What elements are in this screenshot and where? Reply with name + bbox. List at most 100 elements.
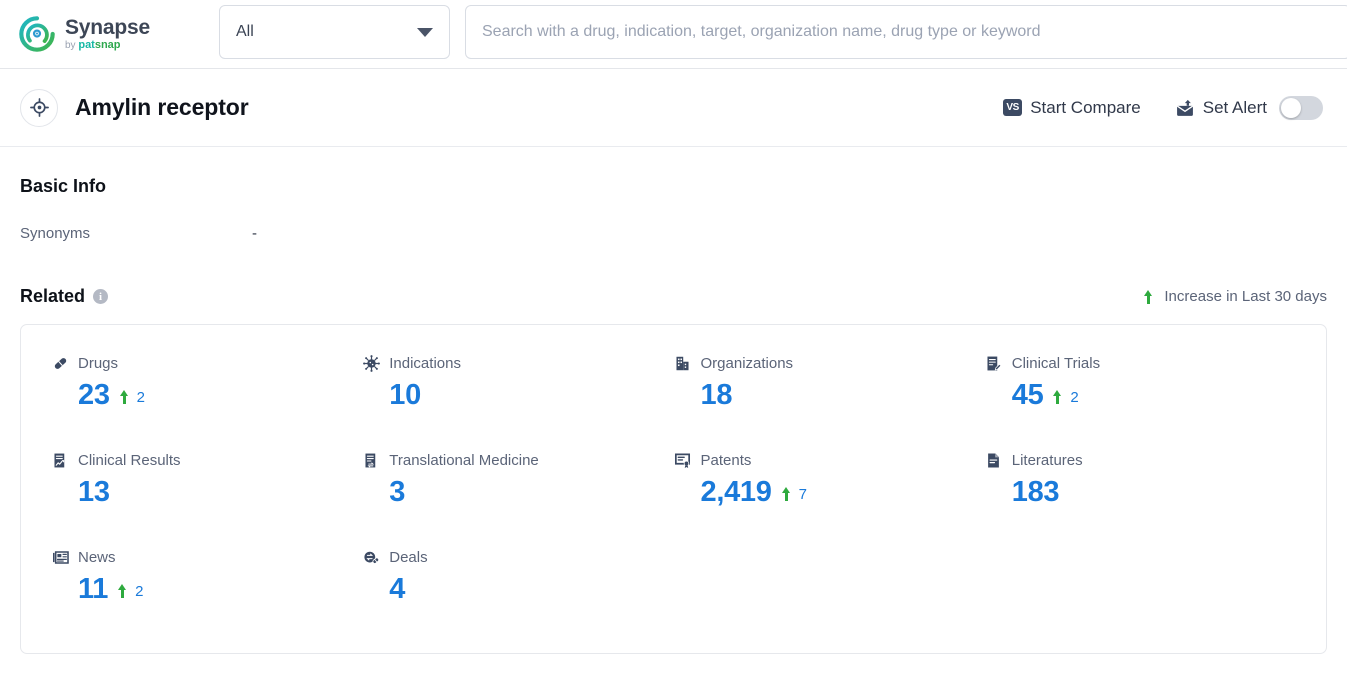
clinical-result-icon <box>51 451 69 469</box>
app-logo[interactable]: Synapse by patsnap <box>18 15 198 53</box>
set-alert-label: Set Alert <box>1202 97 1267 117</box>
stat-delta: 2 <box>1053 388 1079 406</box>
basic-info-heading: Basic Info <box>20 176 107 196</box>
increase-legend: Increase in Last 30 days <box>1144 288 1327 305</box>
stat-body: 11 2 <box>51 573 362 606</box>
translational-medicine-icon <box>362 451 380 469</box>
news-icon <box>51 548 69 566</box>
clinical-trial-icon <box>985 354 1003 372</box>
logo-wordmark: Synapse <box>65 16 150 39</box>
set-alert-toggle[interactable] <box>1279 95 1323 120</box>
stat-label: Literatures <box>1011 451 1083 469</box>
pill-icon <box>51 354 69 372</box>
stat-header: Drugs <box>51 353 362 373</box>
stat-cell-clinical-trials: Clinical Trials 45 2 <box>985 353 1296 412</box>
synonyms-row: Synonyms - <box>20 225 1327 242</box>
stat-value[interactable]: 11 <box>78 573 108 606</box>
stat-value[interactable]: 13 <box>78 476 110 509</box>
stat-label: Patents <box>700 451 752 469</box>
logo-tagline: by patsnap <box>65 39 121 51</box>
related-heading: Related <box>20 286 86 306</box>
stat-header: Literatures <box>985 450 1296 470</box>
stat-cell-patents: Patents 2,419 7 <box>674 450 985 509</box>
stat-delta: 2 <box>118 583 143 600</box>
target-icon <box>20 88 58 127</box>
stat-body: 4 <box>362 573 673 606</box>
title-bar-actions: VS Start Compare Set Alert <box>1003 95 1323 120</box>
related-stats-card: Drugs 23 2 Indications 10 Organizations 18 Clin… <box>20 324 1327 654</box>
stat-header: Translational Medicine <box>362 450 673 470</box>
arrow-up-icon <box>781 487 791 501</box>
entity-title-bar: Amylin receptor VS Start Compare Set Ale… <box>0 69 1347 147</box>
stat-delta: 2 <box>119 388 146 406</box>
stat-value[interactable]: 183 <box>1012 476 1060 509</box>
patent-icon <box>674 451 692 469</box>
stat-header: Organizations <box>674 353 985 373</box>
search-input[interactable] <box>482 23 1334 41</box>
stat-body: 13 <box>51 476 362 509</box>
synapse-logo-icon <box>18 15 56 53</box>
vs-icon: VS <box>1003 99 1023 116</box>
search-scope-value: All <box>236 23 254 40</box>
arrow-up-icon <box>1053 390 1062 404</box>
main-content: Basic Info Synonyms - Related i Increase… <box>0 176 1347 654</box>
stat-body: 23 2 <box>51 379 362 412</box>
stat-delta: 7 <box>781 485 807 503</box>
alert-mail-icon <box>1175 98 1195 118</box>
stat-label: Clinical Trials <box>1011 354 1101 372</box>
page-title: Amylin receptor <box>75 94 249 120</box>
related-stats-grid: Drugs 23 2 Indications 10 Organizations 18 Clin… <box>51 353 1296 606</box>
stat-body: 183 <box>985 476 1296 509</box>
stat-delta-value: 2 <box>1070 388 1079 406</box>
building-icon <box>674 354 692 372</box>
stat-body: 10 <box>362 379 673 412</box>
stat-cell-organizations: Organizations 18 <box>674 353 985 412</box>
search-scope-dropdown[interactable]: All <box>219 5 450 59</box>
start-compare-button[interactable]: VS Start Compare <box>1003 98 1141 118</box>
deal-icon <box>362 548 380 566</box>
stat-value[interactable]: 23 <box>78 379 110 412</box>
stat-value[interactable]: 45 <box>1012 379 1044 412</box>
set-alert-control[interactable]: Set Alert <box>1175 95 1323 120</box>
synonyms-value: - <box>252 225 257 242</box>
stat-delta-value: 7 <box>798 485 807 503</box>
stat-label: Indications <box>389 354 461 372</box>
stat-cell-indications: Indications 10 <box>362 353 673 412</box>
stat-cell-translational-medicine: Translational Medicine 3 <box>362 450 673 509</box>
toggle-knob <box>1281 97 1301 118</box>
top-bar: Synapse by patsnap All <box>0 0 1347 69</box>
stat-value[interactable]: 3 <box>389 476 405 509</box>
related-header: Related i Increase in Last 30 days <box>20 286 1327 307</box>
arrow-up-icon <box>118 584 127 598</box>
stat-cell-drugs: Drugs 23 2 <box>51 353 362 412</box>
global-search[interactable] <box>465 5 1347 59</box>
stat-delta-value: 2 <box>136 388 146 406</box>
arrow-up-icon <box>119 390 129 404</box>
stat-label: Organizations <box>700 354 794 372</box>
stat-label: News <box>78 548 116 566</box>
synonyms-label: Synonyms <box>20 225 91 242</box>
stat-value[interactable]: 2,419 <box>701 476 772 509</box>
literature-icon <box>985 451 1003 469</box>
stat-cell-news: News 11 2 <box>51 547 362 606</box>
stat-value[interactable]: 10 <box>389 379 421 412</box>
stat-label: Deals <box>389 548 428 566</box>
chevron-down-icon <box>417 27 433 37</box>
stat-body: 3 <box>362 476 673 509</box>
stat-value[interactable]: 18 <box>701 379 733 412</box>
stat-header: Patents <box>674 450 985 470</box>
stat-label: Translational Medicine <box>389 451 539 469</box>
stat-label: Drugs <box>78 354 119 372</box>
stat-header: Indications <box>362 353 673 373</box>
stat-delta-value: 2 <box>135 582 144 600</box>
stat-cell-literatures: Literatures 183 <box>985 450 1296 509</box>
virus-icon <box>362 354 380 372</box>
stat-cell-deals: Deals 4 <box>362 547 673 606</box>
start-compare-label: Start Compare <box>1030 97 1141 117</box>
stat-header: Clinical Trials <box>985 353 1296 373</box>
info-icon[interactable]: i <box>93 289 109 304</box>
arrow-up-icon <box>1144 289 1153 304</box>
stat-body: 18 <box>674 379 985 412</box>
stat-value[interactable]: 4 <box>389 573 405 606</box>
stat-header: News <box>51 547 362 567</box>
